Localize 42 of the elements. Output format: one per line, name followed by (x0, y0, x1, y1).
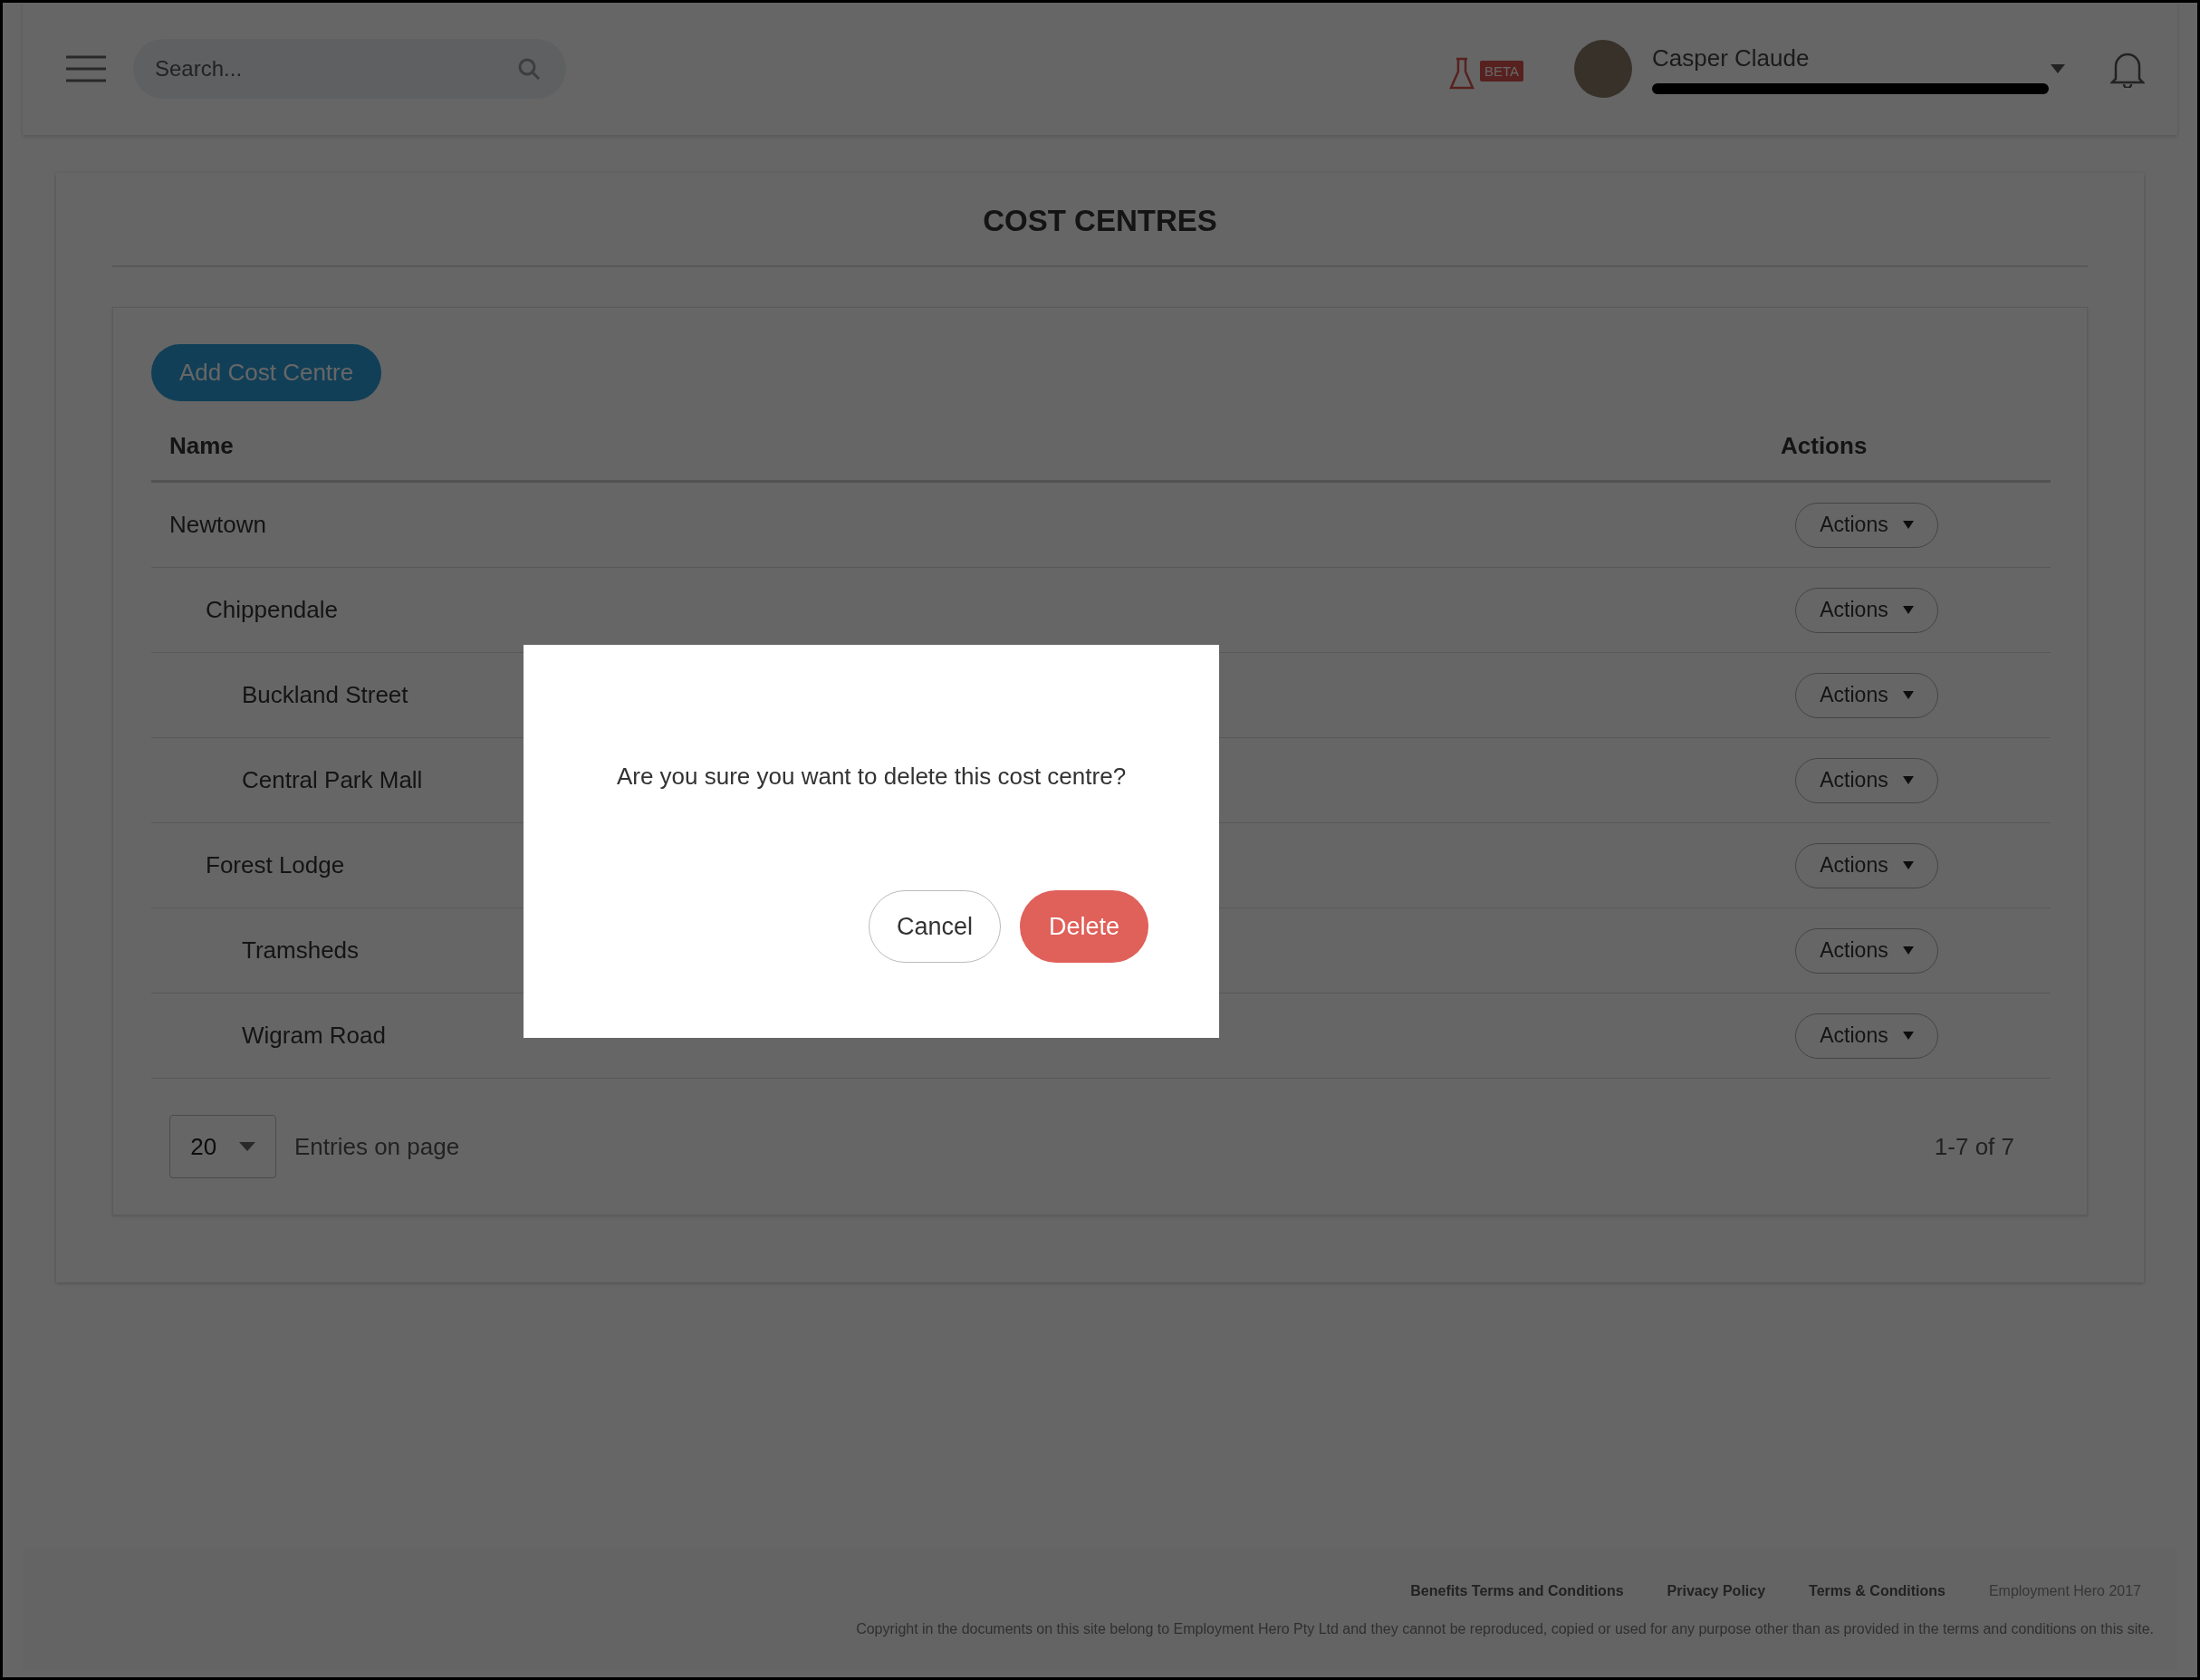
table-cell-text: Newtown (168, 511, 266, 539)
actions-button[interactable]: Actions (1795, 587, 1938, 633)
caret-icon (1902, 946, 1914, 955)
table-cell-text: Forest Lodge (205, 851, 345, 879)
footer-link[interactable]: Terms & Conditions (1809, 1583, 1945, 1599)
actions-button[interactable]: Actions (1795, 502, 1938, 548)
table-cell-text: Chippendale (205, 596, 338, 624)
flask-icon[interactable] (1448, 57, 1475, 91)
actions-button[interactable]: Actions (1795, 672, 1938, 718)
caret-icon (1902, 1032, 1914, 1040)
column-header: Actions (1781, 432, 1869, 460)
column-header: Name (169, 432, 234, 460)
table-cell-text: Wigram Road (241, 1022, 386, 1050)
caret-icon (1902, 691, 1914, 699)
cancel-button[interactable]: Cancel (868, 890, 1001, 963)
pagination-range: 1-7 of 7 (1934, 1132, 2014, 1161)
caret-icon (1902, 606, 1914, 614)
page-size-select[interactable]: 20 (169, 1115, 276, 1178)
beta-badge: BETA (1479, 61, 1523, 82)
caret-icon (238, 1142, 255, 1151)
menu-icon[interactable] (66, 55, 106, 82)
actions-button[interactable]: Actions (1795, 927, 1938, 974)
caret-icon (1902, 521, 1914, 529)
table-cell-text: Central Park Mall (241, 766, 423, 794)
add-cost-centre-button[interactable]: Add Cost Centre (151, 344, 382, 401)
user-name[interactable]: Casper Claude (1652, 43, 2051, 72)
caret-icon (1902, 861, 1914, 869)
caret-icon (1902, 776, 1914, 784)
footer-link[interactable]: Privacy Policy (1667, 1583, 1766, 1599)
page-size-label: Entries on page (294, 1132, 460, 1161)
actions-button[interactable]: Actions (1795, 842, 1938, 888)
search-icon (517, 57, 541, 81)
page-title: COST CENTRES (982, 204, 1218, 239)
actions-button[interactable]: Actions (1795, 757, 1938, 803)
search-field[interactable]: Search... (133, 39, 566, 99)
footer-link[interactable]: Benefits Terms and Conditions (1410, 1583, 1624, 1599)
caret-icon[interactable] (2051, 64, 2065, 73)
delete-button[interactable]: Delete (1019, 890, 1148, 963)
dialog-message: Are you sure you want to delete this cost centre? (615, 763, 1128, 791)
actions-button[interactable]: Actions (1795, 1013, 1938, 1059)
table-cell-text: Buckland Street (241, 681, 408, 709)
table-cell-text: Tramsheds (241, 936, 360, 965)
